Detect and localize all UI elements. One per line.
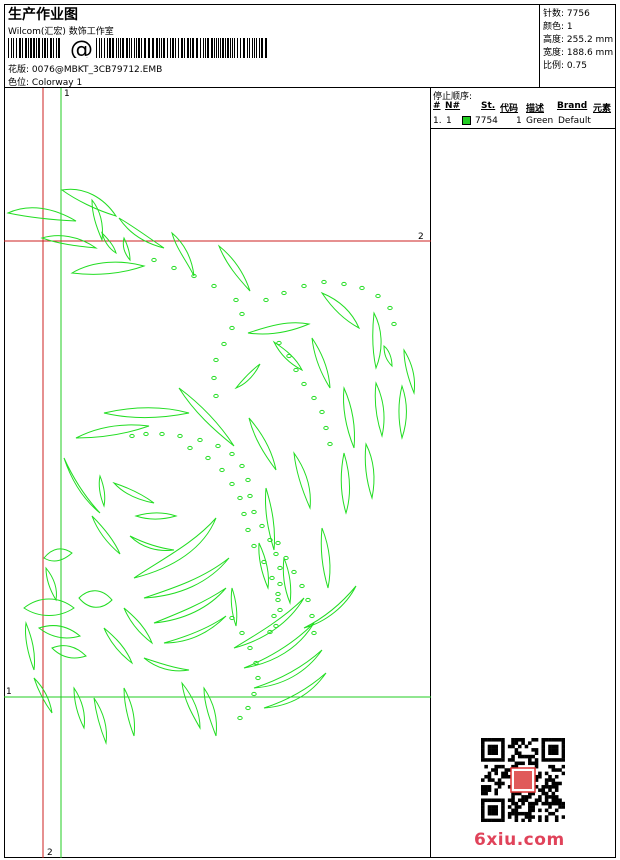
phoenix-embroidery-design (6, 188, 415, 745)
color-swatch (462, 116, 471, 125)
qr-code (481, 738, 565, 822)
colorway-value: Colorway 1 (31, 78, 83, 88)
qr-logo-seal (514, 771, 532, 789)
page-title: 生产作业图 (8, 7, 78, 23)
embroidery-preview: 1 2 1 2 (4, 88, 431, 858)
barcode-at-symbol: @ (70, 38, 93, 58)
row-n: 1 (446, 116, 452, 126)
row-stitches: 7754 (475, 116, 498, 126)
row-code: 1 (516, 116, 522, 126)
row-brand: Default (558, 116, 591, 126)
col-code: 代码 (500, 104, 519, 114)
colorway-label: 色位: (8, 78, 30, 88)
design-file-row: 花版: 0076@MBKT_3CB79712.EMB (8, 62, 162, 75)
col-description: 描述 (526, 104, 545, 114)
stat-colors: 颜色: 1 (543, 22, 573, 32)
col-stitches: St. (481, 101, 496, 111)
studio-name: Wilcom(汇宏) 数饰工作室 (8, 27, 114, 37)
col-brand: Brand (557, 101, 588, 111)
colorway-row: 色位: Colorway 1 (8, 75, 82, 88)
watermark-logo: 6xiu.com (474, 830, 565, 850)
guide-label-right: 2 (418, 232, 424, 242)
design-value: 0076@MBKT_3CB79712.EMB (31, 65, 163, 75)
stat-scale: 比例: 0.75 (543, 61, 587, 71)
guide-label-left: 1 (6, 687, 12, 697)
stat-width: 宽度: 188.6 mm (543, 48, 614, 58)
barcode: @ (8, 38, 267, 58)
stat-stitches: 针数: 7756 (543, 9, 590, 19)
col-hash: # (433, 101, 441, 111)
col-element: 元素 (593, 104, 612, 114)
row-description: Green (526, 116, 554, 126)
design-label: 花版: (8, 65, 30, 75)
col-n: N# (445, 101, 461, 111)
panel-divider (431, 128, 616, 129)
guide-label-top: 1 (64, 89, 70, 99)
stat-height: 高度: 255.2 mm (543, 35, 614, 45)
guide-label-bottom: 2 (47, 848, 53, 858)
row-index: 1. (433, 116, 442, 126)
